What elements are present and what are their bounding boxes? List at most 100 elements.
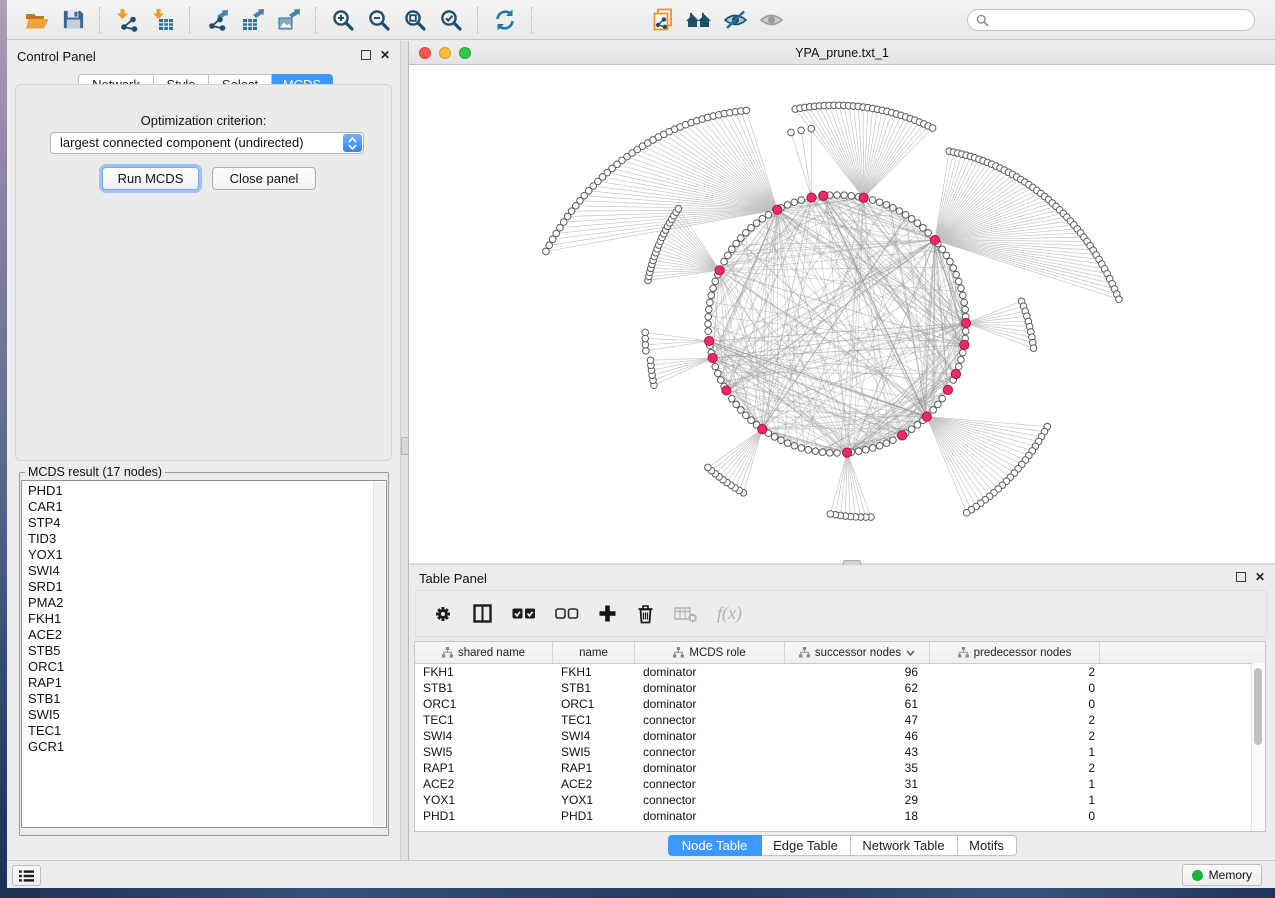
column-header-successor-nodes[interactable]: successor nodes [785, 642, 930, 663]
network-hub-node[interactable] [715, 266, 724, 275]
network-node[interactable] [546, 242, 553, 249]
table-cell[interactable]: STB1 [415, 681, 553, 695]
network-node[interactable] [765, 211, 772, 218]
table-cell[interactable]: 61 [785, 697, 930, 711]
network-node[interactable] [705, 313, 712, 320]
network-node[interactable] [939, 395, 946, 402]
table-row[interactable]: PHD1PHD1dominator180 [415, 808, 1265, 824]
mcds-result-item[interactable]: SWI5 [28, 707, 372, 723]
memory-button[interactable]: Memory [1182, 864, 1262, 886]
add-column-button[interactable] [598, 604, 617, 623]
show-all-button[interactable] [755, 5, 787, 35]
table-cell[interactable]: 18 [785, 809, 930, 823]
table-cell[interactable]: dominator [635, 761, 785, 775]
network-hub-node[interactable] [961, 318, 970, 327]
network-node[interactable] [958, 356, 965, 363]
table-cell[interactable]: dominator [635, 729, 785, 743]
network-node[interactable] [896, 208, 903, 215]
table-cell[interactable]: ORC1 [415, 697, 553, 711]
network-node[interactable] [914, 422, 921, 429]
import-network-button[interactable] [111, 5, 143, 35]
table-row[interactable]: TEC1TEC1connector472 [415, 712, 1265, 728]
table-cell[interactable]: FKH1 [553, 665, 635, 679]
network-node[interactable] [784, 202, 791, 209]
table-cell[interactable]: 1 [930, 793, 1100, 807]
network-node[interactable] [834, 192, 841, 199]
table-cell[interactable]: dominator [635, 809, 785, 823]
table-cell[interactable]: 0 [930, 697, 1100, 711]
network-node[interactable] [788, 129, 795, 136]
mcds-result-item[interactable]: ACE2 [28, 627, 372, 643]
network-node[interactable] [963, 509, 970, 516]
table-cell[interactable]: 46 [785, 729, 930, 743]
network-node[interactable] [808, 125, 815, 132]
import-table-button[interactable] [147, 5, 179, 35]
network-node[interactable] [855, 448, 862, 455]
network-hub-node[interactable] [859, 193, 868, 202]
network-node[interactable] [848, 193, 855, 200]
network-node[interactable] [1116, 296, 1123, 303]
network-node[interactable] [959, 349, 966, 356]
export-network-button[interactable] [201, 5, 233, 35]
network-node[interactable] [647, 357, 654, 364]
table-cell[interactable]: 96 [785, 665, 930, 679]
table-cell[interactable]: PHD1 [553, 809, 635, 823]
float-panel-icon[interactable] [361, 50, 371, 60]
network-hub-node[interactable] [773, 205, 782, 214]
table-cell[interactable]: ACE2 [553, 777, 635, 791]
network-node[interactable] [930, 407, 937, 414]
export-table-button[interactable] [237, 5, 269, 35]
close-panel-icon[interactable]: ✕ [380, 50, 390, 60]
deselect-all-button[interactable] [555, 607, 579, 621]
table-cell[interactable]: RAP1 [553, 761, 635, 775]
network-node[interactable] [733, 401, 740, 408]
table-cell[interactable]: 47 [785, 713, 930, 727]
table-cell[interactable]: dominator [635, 665, 785, 679]
network-node[interactable] [642, 341, 649, 348]
network-node[interactable] [869, 445, 876, 452]
table-cell[interactable]: 35 [785, 761, 930, 775]
network-hub-node[interactable] [819, 191, 828, 200]
network-node[interactable] [962, 306, 969, 313]
network-node[interactable] [959, 292, 966, 299]
network-node[interactable] [717, 377, 724, 384]
network-node[interactable] [929, 125, 936, 132]
table-cell[interactable]: 2 [930, 713, 1100, 727]
table-row[interactable]: STB1STB1dominator620 [415, 680, 1265, 696]
network-hub-node[interactable] [705, 336, 714, 345]
network-node[interactable] [543, 248, 550, 255]
tab-node-table[interactable]: Node Table [668, 835, 762, 856]
network-node[interactable] [753, 220, 760, 227]
mcds-result-item[interactable]: TEC1 [28, 723, 372, 739]
network-node[interactable] [791, 442, 798, 449]
table-cell[interactable]: connector [635, 793, 785, 807]
network-node[interactable] [935, 401, 942, 408]
table-row[interactable]: RAP1RAP1dominator352 [415, 760, 1265, 776]
criterion-dropdown[interactable]: largest connected component (undirected) [50, 132, 364, 154]
network-node[interactable] [961, 299, 968, 306]
network-node[interactable] [705, 321, 712, 328]
network-node[interactable] [827, 511, 834, 518]
network-node[interactable] [834, 450, 841, 457]
table-cell[interactable]: dominator [635, 697, 785, 711]
network-node[interactable] [841, 192, 848, 199]
table-row[interactable]: ORC1ORC1dominator610 [415, 696, 1265, 712]
search-input[interactable] [967, 9, 1255, 31]
network-node[interactable] [950, 265, 957, 272]
tab-motifs[interactable]: Motifs [958, 835, 1017, 856]
new-network-from-selection-button[interactable] [647, 5, 679, 35]
network-hub-node[interactable] [758, 425, 767, 434]
network-node[interactable] [883, 440, 890, 447]
network-node[interactable] [738, 235, 745, 242]
network-node[interactable] [869, 197, 876, 204]
network-node[interactable] [953, 271, 960, 278]
network-node[interactable] [939, 246, 946, 253]
tab-network-table[interactable]: Network Table [851, 835, 958, 856]
table-cell[interactable]: ACE2 [415, 777, 553, 791]
mcds-result-item[interactable]: ORC1 [28, 659, 372, 675]
table-cell[interactable]: YOX1 [553, 793, 635, 807]
network-node[interactable] [955, 278, 962, 285]
table-cell[interactable]: connector [635, 777, 785, 791]
maximize-window-traffic-light[interactable] [459, 47, 471, 59]
network-node[interactable] [798, 197, 805, 204]
